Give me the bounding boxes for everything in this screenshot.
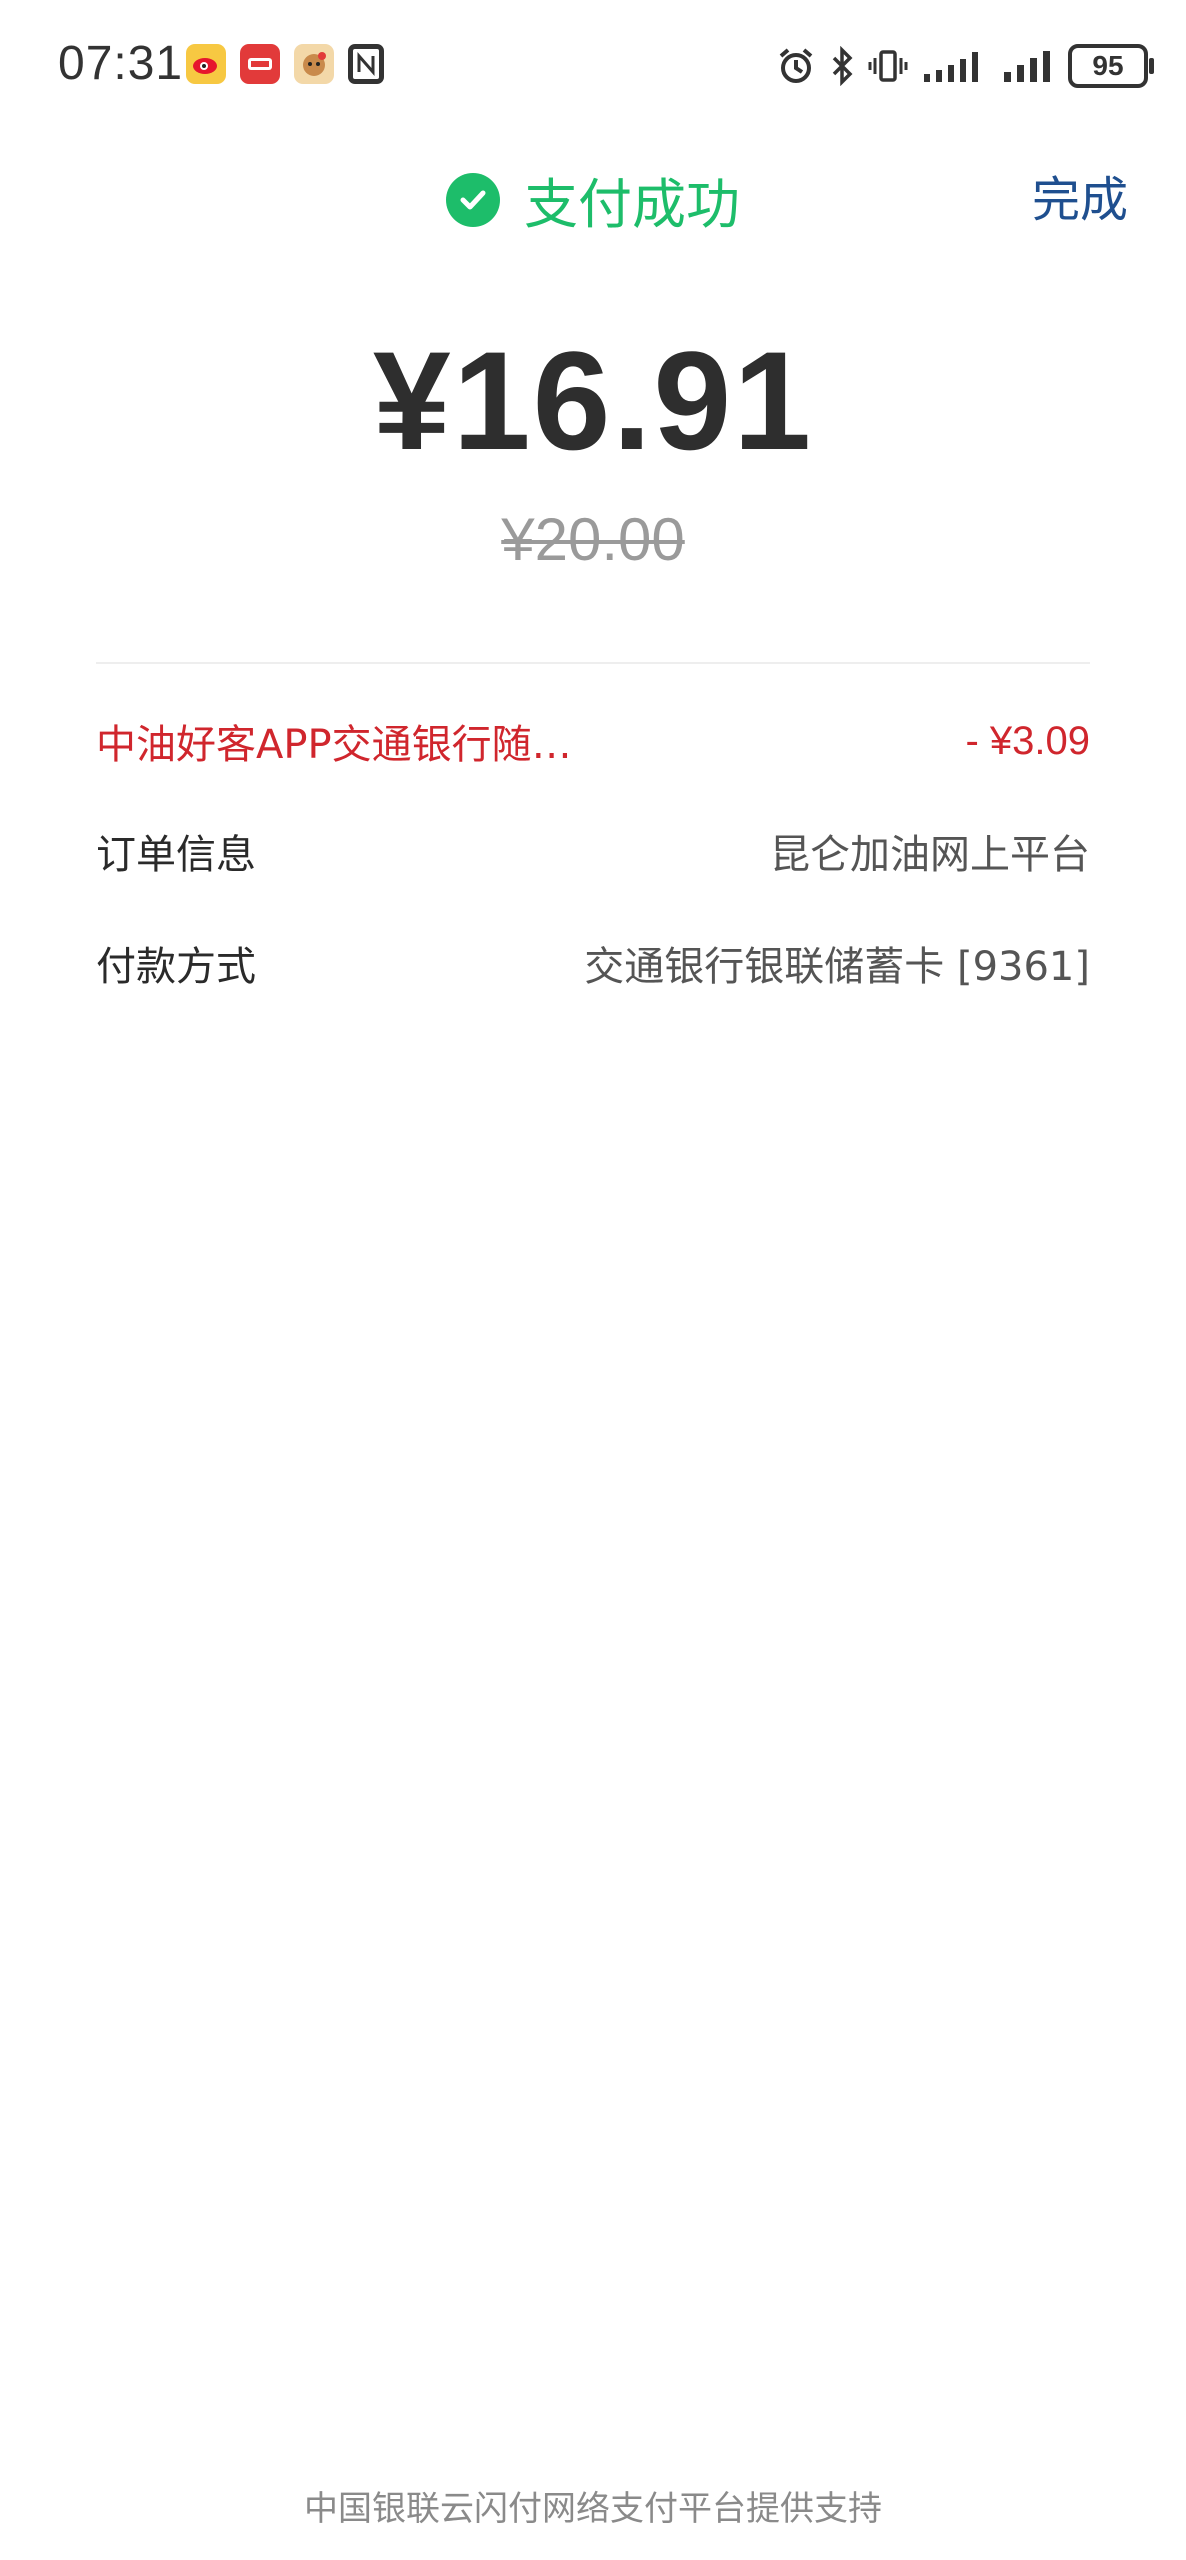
success-check-icon [446, 172, 500, 227]
payment-result-screen: 07:31 95 支付成功 完成 ¥16.91 ¥20.00 中油好客APP交通… [0, 0, 1186, 2560]
order-info-label: 订单信息 [96, 832, 256, 878]
original-amount: ¥20.00 [501, 506, 685, 573]
system-status-icons: 95 [776, 44, 1154, 88]
done-button[interactable]: 完成 [1032, 160, 1128, 230]
battery-indicator: 95 [1068, 44, 1154, 88]
unionpay-app-icon [240, 44, 280, 84]
bluetooth-icon [830, 46, 854, 86]
order-info-row: 订单信息 昆仑加油网上平台 [96, 822, 1090, 880]
payment-method-row: 付款方式 交通银行银联储蓄卡 [9361] [96, 934, 1090, 992]
nfc-icon [348, 44, 384, 84]
status-bar: 07:31 95 [0, 0, 1186, 135]
order-info-value: 昆仑加油网上平台 [770, 832, 1090, 878]
payment-success-title: 支付成功 [524, 173, 740, 236]
signal-icon [1002, 48, 1054, 84]
footer-support-text: 中国银联云闪付网络支付平台提供支持 [304, 2489, 882, 2529]
payment-method-label: 付款方式 [96, 944, 256, 990]
payment-status-header: 支付成功 [0, 160, 1186, 239]
notification-app-icons [186, 44, 384, 84]
alarm-icon [776, 46, 816, 86]
divider [96, 662, 1090, 664]
vibrate-icon [868, 46, 908, 86]
discount-row[interactable]: 中油好客APP交通银行随… - ¥3.09 [96, 712, 1090, 770]
weibo-icon [186, 44, 226, 84]
payment-method-value: 交通银行银联储蓄卡 [9361] [584, 944, 1090, 990]
paid-amount: ¥16.91 [372, 322, 814, 479]
discount-value: - ¥3.09 [965, 718, 1090, 763]
dog-app-icon [294, 44, 334, 84]
status-time: 07:31 [58, 37, 184, 90]
discount-label: 中油好客APP交通银行随… [96, 722, 572, 768]
signal-icon [922, 48, 988, 84]
